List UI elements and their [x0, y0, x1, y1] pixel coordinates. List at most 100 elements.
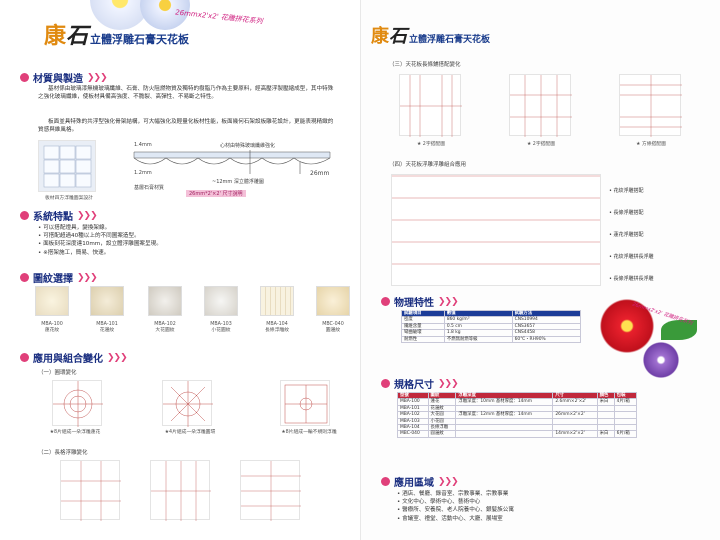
strip-layout-3: [619, 74, 682, 137]
brand-name: 立體浮雕石膏天花板: [409, 35, 491, 45]
list-item: 可搭配超過40種以上的不同圖案造型。: [38, 232, 338, 240]
section-patterns-title: 圖紋選擇 ❯❯❯: [20, 270, 98, 285]
legend-item: 花紋浮雕拼長浮雕: [609, 246, 719, 268]
list-item: 可以搭配燈具，變換架線。: [38, 224, 338, 232]
list-item: 面板刻花深度達10mm，設立體浮雕圖案呈現。: [38, 240, 338, 248]
bullet-dot-icon: [20, 73, 29, 82]
legend-item: 花紋浮雕搭配: [609, 180, 719, 202]
section-label: 物理特性: [394, 298, 434, 309]
bullet-dot-icon: [381, 297, 390, 306]
pattern-tile-mbc040: [316, 286, 350, 316]
strip-caption-1: ★ 2字搭配圖: [416, 142, 446, 147]
bullet-dot-icon: [381, 379, 390, 388]
dim-label-26: 26mm: [310, 170, 330, 177]
pattern-caption: MBA-104 長條浮雕紋: [265, 322, 289, 333]
cross-section-diagram: 1.4mm 1.2mm 26mm 心材由特殊玻璃纖維強化 基層石膏材質 ~12m…: [130, 140, 340, 202]
spec-table: 型號 圖紋 浮雕深度 尺寸 顏色 包裝 MBA-100 蓮花 浮雕深度：10mm 基材厚度：1…: [397, 391, 638, 438]
pattern-caption: MBA-102 大花圓紋: [154, 322, 176, 333]
section-label: 系統特點: [33, 212, 73, 223]
combo-legend: 花紋浮雕搭配 長條浮雕搭配 蓮花浮雕搭配 花紋浮雕拼長浮雕 長條浮雕拼長浮雕: [609, 180, 719, 290]
panel-grid-icon: [43, 145, 92, 188]
material-paragraph-1: 基材係由玻璃漆無機玻璃纖維、石膏、防火阻燃物質及獨特的樹脂乃作為主要原料，經高壓…: [38, 86, 334, 100]
ring-caption-2: ★4片組成一朵浮雕圓環: [164, 430, 216, 435]
subsection-combo: （四）天花板浮雕浮雕組合應用: [389, 162, 467, 168]
dim-label-14: 1.4mm: [134, 142, 152, 148]
legend-item: 蓮花浮雕搭配: [609, 224, 719, 246]
section-spec-title: 規格尺寸 ❯❯❯: [381, 376, 459, 391]
physical-table: 試驗項目 數值 試驗方法 密度 860 kg/m³ CNS10994 纖維含量 0.5…: [401, 309, 582, 344]
chevrons-icon: ❯❯❯: [438, 476, 459, 487]
strip-caption-3: ★ 方條搭配圖: [636, 142, 666, 147]
brand-shi: 石: [66, 23, 89, 49]
features-list: 可以搭配燈具，變換架線。 可搭配超過40種以上的不同圖案造型。 面板刻花深度達1…: [38, 224, 338, 257]
purple-flower-image: [641, 340, 681, 380]
list-item: 會議室、禮堂、活動中心、大廳、展場室: [397, 515, 697, 523]
legend-item: 長條浮雕搭配: [609, 202, 719, 224]
brand-title: 康石 立體浮雕石膏天花板: [44, 18, 189, 50]
list-item: 文化中心、學術中心、藝術中心: [397, 498, 697, 506]
ring-caption-3: ★8片組成一輪不規則浮雕: [281, 430, 337, 435]
brand-kang: 康: [371, 26, 389, 47]
section-label: 應用區域: [394, 478, 434, 489]
brand-name: 立體浮雕石膏天花板: [90, 33, 190, 46]
bullet-dot-icon: [20, 273, 29, 282]
strip-caption-2: ★ 2字搭配圖: [526, 142, 556, 147]
pattern-tile-mba101: [90, 286, 124, 316]
section-features-title: 系統特點 ❯❯❯: [20, 208, 98, 223]
section-label: 應用與組合變化: [33, 354, 103, 365]
subsection-long: （二）長格浮雕變化: [38, 450, 88, 456]
pattern-tile-mba102: [148, 286, 182, 316]
subsection-ring: （一）圓環變化: [38, 370, 77, 376]
combo-patterns-image: [391, 174, 601, 286]
pattern-caption: MBA-101 花邊紋: [96, 322, 118, 333]
brand-kang: 康: [44, 23, 67, 49]
left-page: 26mmx2'x2' 花雕拼花系列 康石 立體浮雕石膏天花板 材質與製造 ❯❯❯ …: [0, 0, 360, 540]
long-layout-3: [240, 460, 301, 521]
panel-grid-caption: 板材四方浮雕圖案設計: [45, 196, 93, 201]
ring-layout-2: [162, 380, 213, 427]
base-label: 基層石膏材質: [134, 185, 165, 191]
subsection-strip: （三）天花板長條鋪搭配變化: [389, 62, 461, 68]
long-layout-2: [150, 460, 211, 521]
panel-grid-image: [38, 140, 96, 192]
strip-layout-2: [509, 74, 572, 137]
ring-layout-3: [280, 380, 330, 426]
pattern-tile-mba104: [260, 286, 294, 316]
section-application-title: 應用與組合變化 ❯❯❯: [20, 350, 128, 365]
section-physical-title: 物理特性 ❯❯❯: [381, 294, 459, 309]
table-row: 耐燃性 不燃無耐燃等級 60℃・RH90%: [401, 335, 582, 344]
pattern-caption: MBA-100 蓮花紋: [41, 322, 63, 333]
chevrons-icon: ❯❯❯: [87, 72, 108, 83]
dim-label-12: 1.2mm: [134, 170, 152, 176]
pattern-caption: MBA-103 小花圓紋: [210, 322, 232, 333]
section-label: 材質與製造: [33, 74, 83, 85]
ring-caption-1: ★8片組成一朵浮雕蓮花: [49, 430, 101, 435]
section-material-title: 材質與製造 ❯❯❯: [20, 70, 108, 85]
long-layout-1: [60, 460, 121, 521]
chevrons-icon: ❯❯❯: [77, 210, 98, 221]
chevrons-icon: ❯❯❯: [438, 296, 459, 307]
size-badge: 26mm*2'×2' 尺寸說明: [186, 190, 246, 197]
section-label: 規格尺寸: [394, 380, 434, 391]
legend-item: 長條浮雕拼長浮雕: [609, 268, 719, 290]
ring-layout-1: [52, 380, 103, 427]
chevrons-icon: ❯❯❯: [438, 378, 459, 389]
material-paragraph-2: 板面並具特殊的共浮型強化骨架結構，可大幅強化及輕量化板材性能，板面幾何石架設板雕…: [38, 119, 334, 133]
bullet-dot-icon: [20, 211, 29, 220]
core-label: 心材由特殊玻璃纖維強化: [220, 143, 276, 149]
list-item: ※搭架施工，簡易、快速。: [38, 249, 338, 257]
bullet-dot-icon: [20, 353, 29, 362]
brand-title: 康石 立體浮雕石膏天花板: [371, 22, 490, 48]
list-item: 酒店、餐廳、錄音室、宗教事業、宗教事業: [397, 490, 697, 498]
areas-list: 酒店、餐廳、錄音室、宗教事業、宗教事業 文化中心、學術中心、藝術中心 醫療所、安…: [397, 490, 697, 523]
pattern-caption: MBC-040 圓邊紋: [322, 322, 344, 333]
brand-shi: 石: [389, 26, 407, 47]
pattern-tile-mba103: [204, 286, 238, 316]
chevrons-icon: ❯❯❯: [77, 272, 98, 283]
section-label: 圖紋選擇: [33, 274, 73, 285]
chevrons-icon: ❯❯❯: [107, 352, 128, 363]
depth-label: ~12mm 深立體浮雕圖: [212, 179, 264, 185]
list-item: 醫療所、安養院、老人院養中心、銀髮族公寓: [397, 506, 697, 514]
strip-layout-1: [399, 74, 462, 137]
bullet-dot-icon: [381, 477, 390, 486]
